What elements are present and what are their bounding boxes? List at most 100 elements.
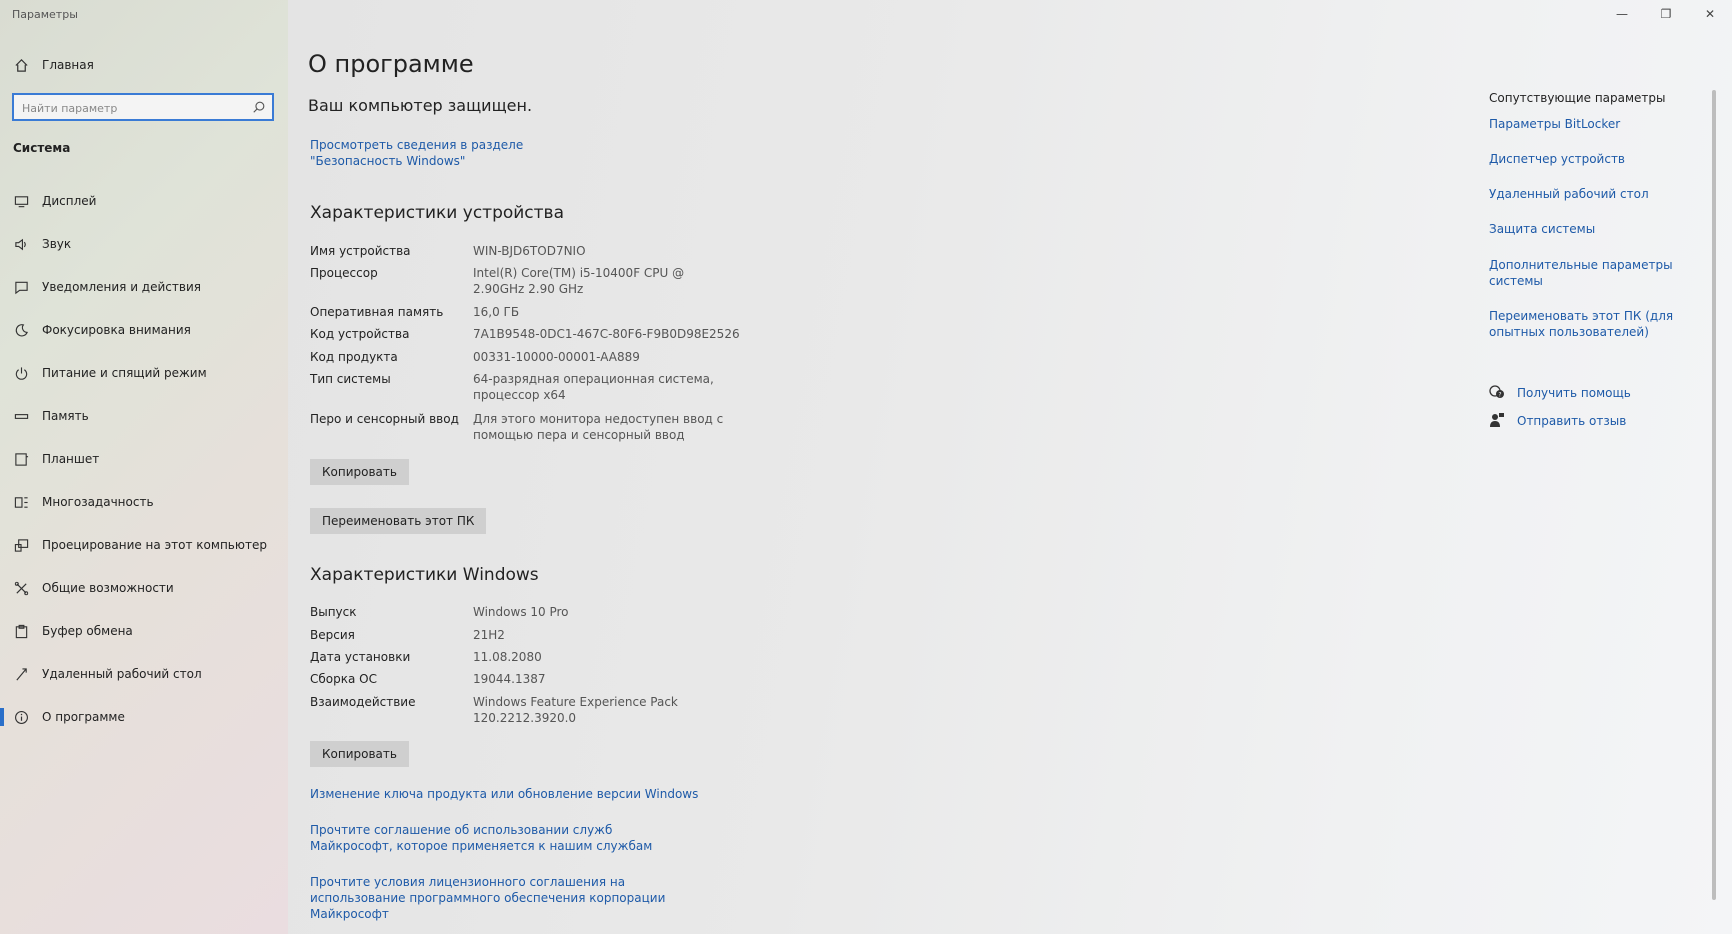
- sidebar-item-label: Общие возможности: [42, 581, 174, 595]
- feedback-icon: [1489, 412, 1505, 428]
- sidebar-home[interactable]: Главная: [0, 50, 288, 80]
- shared-experiences-icon: [13, 580, 29, 596]
- spec-label: Взаимодействие: [310, 695, 416, 709]
- get-help-link[interactable]: Получить помощь: [1517, 385, 1631, 401]
- info-icon: [13, 709, 29, 725]
- sidebar-item-label: Уведомления и действия: [42, 280, 201, 294]
- main-content: О программе Ваш компьютер защищен. Просм…: [288, 0, 1732, 934]
- storage-icon: [13, 408, 29, 424]
- spec-value: 64-разрядная операционная система, проце…: [473, 372, 714, 402]
- sidebar: Главная Система Дисплей Звук: [0, 0, 288, 934]
- clipboard-icon: [13, 623, 29, 639]
- sidebar-item-focus-assist[interactable]: Фокусировка внимания: [0, 315, 288, 345]
- get-help-row[interactable]: ? Получить помощь: [1489, 383, 1689, 403]
- spec-label: Выпуск: [310, 605, 357, 619]
- sidebar-item-storage[interactable]: Память: [0, 401, 288, 431]
- sidebar-item-label: Удаленный рабочий стол: [42, 667, 202, 681]
- sidebar-item-clipboard[interactable]: Буфер обмена: [0, 616, 288, 646]
- settings-window: Главная Система Дисплей Звук: [0, 0, 1732, 934]
- spec-value: 21H2: [473, 628, 505, 642]
- sidebar-item-label: Планшет: [42, 452, 100, 466]
- sidebar-home-label: Главная: [42, 58, 94, 72]
- spec-value: Для этого монитора недоступен ввод с пом…: [473, 412, 724, 442]
- security-details-link[interactable]: Просмотреть сведения в разделе "Безопасн…: [310, 137, 610, 169]
- sidebar-item-label: Дисплей: [42, 194, 97, 208]
- rename-pc-advanced-link[interactable]: Переименовать этот ПК (для опытных польз…: [1489, 308, 1679, 340]
- rename-pc-button[interactable]: Переименовать этот ПК: [310, 508, 487, 534]
- spec-value: 16,0 ГБ: [473, 305, 520, 319]
- page-title: О программе: [308, 50, 474, 78]
- sidebar-item-tablet[interactable]: Планшет: [0, 444, 288, 474]
- spec-label: Код устройства: [310, 327, 410, 341]
- spec-value: WIN-BJD6TOD7NIO: [473, 244, 586, 258]
- sidebar-item-about[interactable]: О программе: [0, 702, 288, 732]
- services-agreement-link[interactable]: Прочтите соглашение об использовании слу…: [310, 822, 690, 854]
- sidebar-section-label: Система: [13, 141, 71, 155]
- title-bar: Параметры — ❐ ✕: [0, 0, 1732, 30]
- license-terms-link[interactable]: Прочтите условия лицензионного соглашени…: [310, 874, 710, 922]
- spec-value: Intel(R) Core(TM) i5-10400F CPU @ 2.90GH…: [473, 266, 685, 296]
- spec-value: Windows Feature Experience Pack 120.2212…: [473, 695, 678, 725]
- focus-assist-icon: [13, 322, 29, 338]
- advanced-system-settings-link[interactable]: Дополнительные параметры системы: [1489, 257, 1679, 289]
- sound-icon: [13, 236, 29, 252]
- spec-label: Сборка ОС: [310, 672, 377, 686]
- system-protection-link[interactable]: Защита системы: [1489, 221, 1679, 237]
- window-title: Параметры: [12, 8, 78, 21]
- device-specs-heading: Характеристики устройства: [310, 203, 564, 223]
- display-icon: [13, 193, 29, 209]
- copy-device-specs-button[interactable]: Копировать: [310, 459, 409, 485]
- svg-text:?: ?: [1498, 392, 1501, 399]
- projecting-icon: [13, 537, 29, 553]
- sidebar-item-notifications[interactable]: Уведомления и действия: [0, 272, 288, 302]
- search-icon[interactable]: [252, 99, 268, 115]
- spec-label: Процессор: [310, 266, 378, 280]
- sidebar-item-label: Фокусировка внимания: [42, 323, 191, 337]
- sidebar-item-shared-experiences[interactable]: Общие возможности: [0, 573, 288, 603]
- home-icon: [13, 57, 29, 73]
- related-settings-heading: Сопутствующие параметры: [1489, 91, 1666, 105]
- sidebar-item-label: Буфер обмена: [42, 624, 133, 638]
- spec-value: 19044.1387: [473, 672, 546, 686]
- search-input[interactable]: [20, 98, 244, 118]
- sidebar-item-label: Память: [42, 409, 89, 423]
- search-box[interactable]: [12, 93, 274, 121]
- protection-status: Ваш компьютер защищен.: [308, 96, 533, 115]
- spec-value: Windows 10 Pro: [473, 605, 569, 619]
- sidebar-item-multitasking[interactable]: Многозадачность: [0, 487, 288, 517]
- multitasking-icon: [13, 494, 29, 510]
- spec-label: Оперативная память: [310, 305, 444, 319]
- copy-windows-specs-button[interactable]: Копировать: [310, 741, 409, 767]
- spec-label: Код продукта: [310, 350, 398, 364]
- close-button[interactable]: ✕: [1688, 0, 1732, 28]
- sidebar-item-label: Многозадачность: [42, 495, 154, 509]
- spec-value: 00331-10000-00001-AA889: [473, 350, 640, 364]
- windows-specs-heading: Характеристики Windows: [310, 565, 539, 585]
- spec-value: 11.08.2080: [473, 650, 542, 664]
- spec-label: Тип системы: [310, 372, 391, 386]
- sidebar-item-sound[interactable]: Звук: [0, 229, 288, 259]
- power-icon: [13, 365, 29, 381]
- notifications-icon: [13, 279, 29, 295]
- sidebar-item-display[interactable]: Дисплей: [0, 186, 288, 216]
- feedback-row[interactable]: Отправить отзыв: [1489, 411, 1689, 431]
- sidebar-item-remote-desktop[interactable]: Удаленный рабочий стол: [0, 659, 288, 689]
- device-manager-link[interactable]: Диспетчер устройств: [1489, 151, 1679, 167]
- remote-desktop-link[interactable]: Удаленный рабочий стол: [1489, 186, 1679, 202]
- sidebar-item-power[interactable]: Питание и спящий режим: [0, 358, 288, 388]
- spec-label: Перо и сенсорный ввод: [310, 412, 459, 426]
- sidebar-item-label: Звук: [42, 237, 72, 251]
- spec-value: 7A1B9548-0DC1-467C-80F6-F9B0D98E2526: [473, 327, 740, 341]
- change-product-key-link[interactable]: Изменение ключа продукта или обновление …: [310, 786, 698, 802]
- bitlocker-settings-link[interactable]: Параметры BitLocker: [1489, 116, 1679, 132]
- sidebar-item-label: Питание и спящий режим: [42, 366, 207, 380]
- scrollbar[interactable]: [1712, 90, 1716, 900]
- sidebar-item-label: О программе: [42, 710, 125, 724]
- minimize-button[interactable]: —: [1600, 0, 1644, 28]
- remote-desktop-icon: [13, 666, 29, 682]
- sidebar-item-projecting[interactable]: Проецирование на этот компьютер: [0, 530, 288, 560]
- feedback-link[interactable]: Отправить отзыв: [1517, 413, 1626, 429]
- spec-label: Имя устройства: [310, 244, 411, 258]
- maximize-button[interactable]: ❐: [1644, 0, 1688, 28]
- get-help-icon: ?: [1489, 384, 1505, 400]
